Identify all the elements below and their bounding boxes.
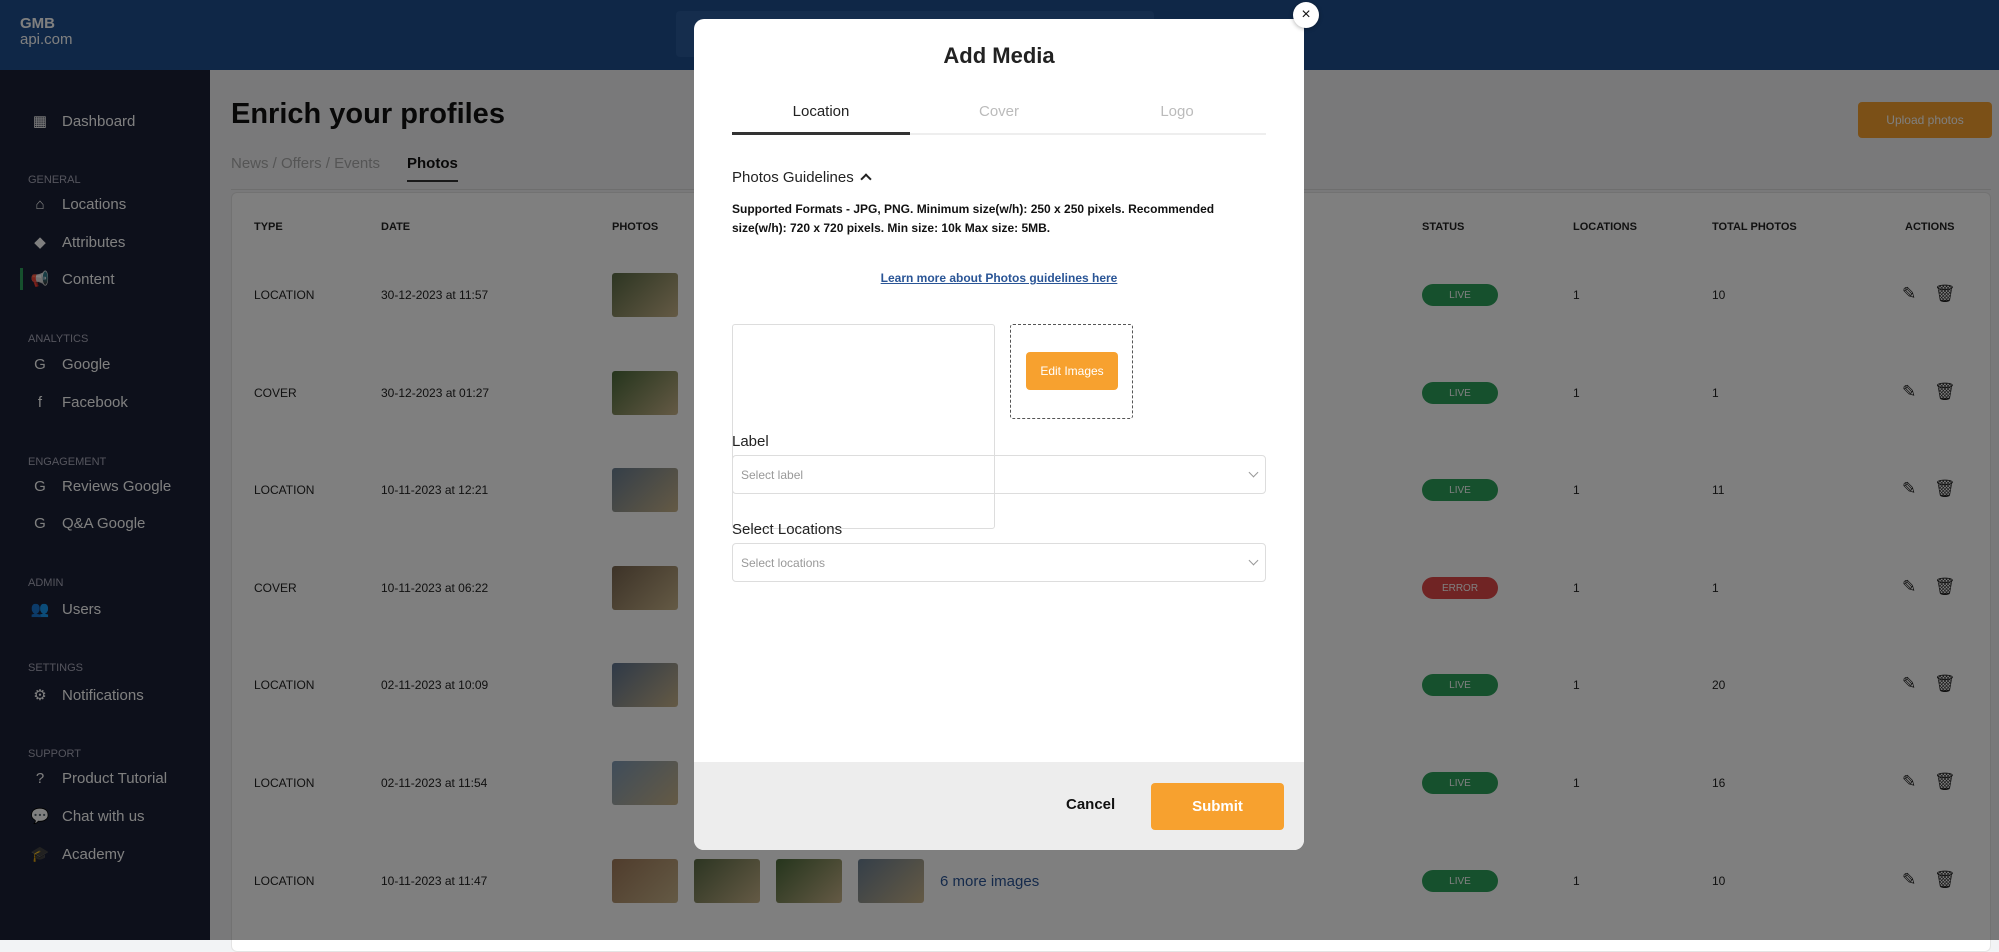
tab-logo[interactable]: Logo (1088, 103, 1266, 120)
tab-cover[interactable]: Cover (910, 103, 1088, 120)
cancel-button[interactable]: Cancel (1066, 796, 1115, 813)
label-placeholder: Select label (741, 467, 804, 482)
locations-placeholder: Select locations (741, 555, 826, 570)
chevron-down-icon (1248, 467, 1259, 478)
label-select[interactable]: Select label (732, 455, 1266, 494)
close-icon[interactable]: × (1293, 2, 1319, 28)
image-dropzone[interactable] (732, 324, 995, 529)
guidelines-label: Photos Guidelines (732, 169, 854, 186)
guidelines-text: Supported Formats - JPG, PNG. Minimum si… (732, 202, 1215, 235)
tab-location[interactable]: Location (732, 103, 910, 120)
locations-select[interactable]: Select locations (732, 543, 1266, 582)
active-tab-indicator (732, 132, 910, 135)
chevron-up-icon (860, 173, 872, 185)
learn-more-link[interactable]: Learn more about Photos guidelines here (694, 271, 1304, 285)
modal-title: Add Media (943, 43, 1055, 68)
photos-guidelines-toggle[interactable]: Photos Guidelines (732, 169, 872, 186)
add-media-modal: Add Media Location Cover Logo Photos Gui… (694, 19, 1304, 850)
label-title: Label (732, 433, 769, 450)
select-locations-title: Select Locations (732, 521, 843, 538)
submit-button[interactable]: Submit (1151, 783, 1284, 830)
edit-images-button[interactable]: Edit Images (1026, 352, 1118, 390)
chevron-down-icon (1248, 555, 1259, 566)
